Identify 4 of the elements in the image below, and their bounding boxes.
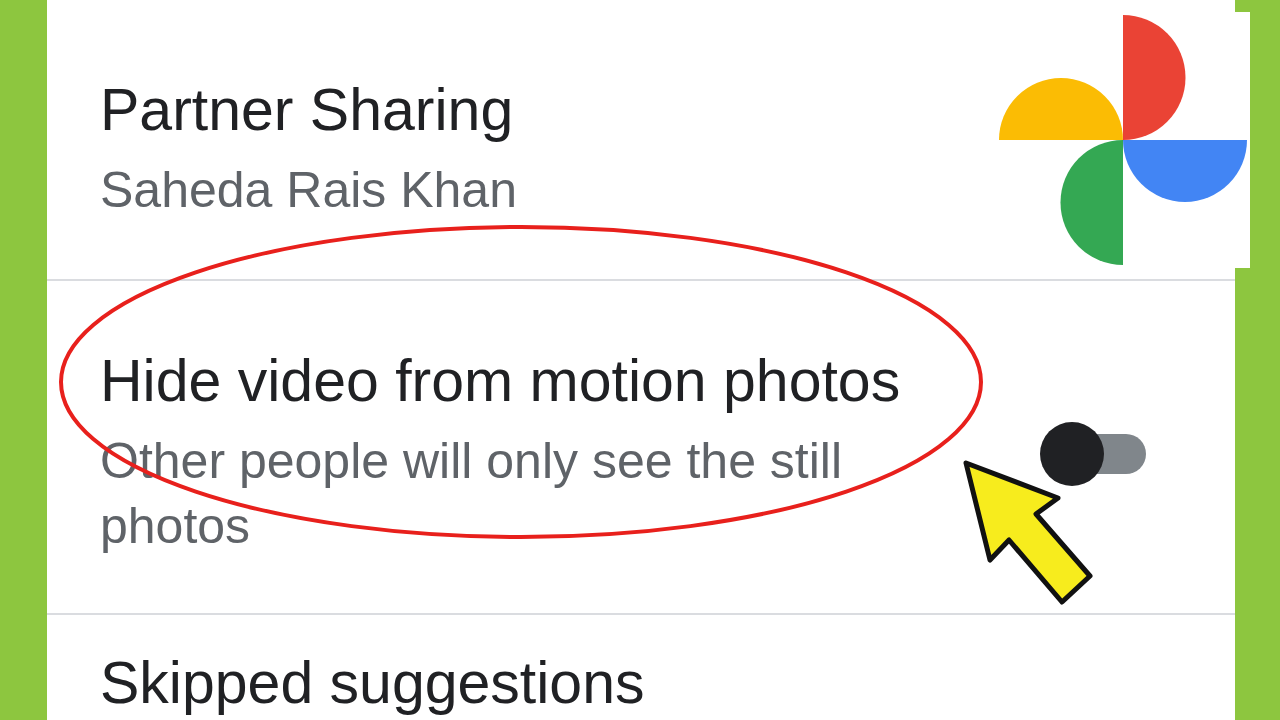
setting-description: Saheda Rais Khan	[100, 161, 518, 220]
setting-title[interactable]: Hide video from motion photos	[100, 349, 960, 413]
setting-title[interactable]: Skipped suggestions	[100, 651, 960, 715]
setting-title[interactable]: Partner Sharing	[100, 78, 960, 142]
